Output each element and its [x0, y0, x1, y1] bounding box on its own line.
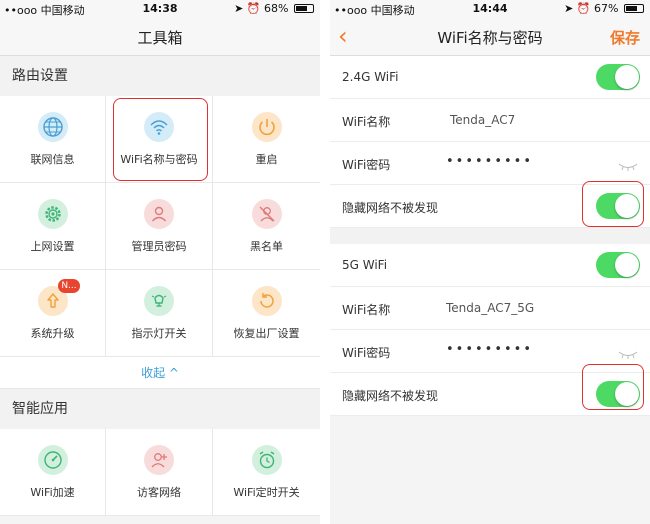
app-wifi-schedule[interactable]: WiFi定时开关 [213, 429, 320, 516]
location-icon: ➤ [234, 2, 244, 15]
tool-label: 恢复出厂设置 [233, 327, 300, 340]
tool-label: 联网信息 [30, 153, 75, 166]
ssid-24g-row[interactable]: WiFi名称 Tenda_AC7 [330, 99, 650, 142]
status-bar: ••ooo 中国移动 14:44 ➤ ⏰ 67% [330, 0, 650, 18]
band-24g-toggle[interactable] [596, 64, 640, 90]
toolbox-screen: ••ooo 中国移动 14:38 ➤ ⏰ 68% 工具箱 路由设置 联网信息 W… [0, 0, 320, 524]
app-guest-network[interactable]: 访客网络 [106, 429, 213, 516]
battery-icon [624, 4, 644, 13]
hide-5g-row: 隐藏网络不被发现 [330, 373, 650, 416]
battery-icon [294, 4, 314, 13]
field-label: 隐藏网络不被发现 [342, 201, 439, 215]
tool-label: 指示灯开关 [131, 327, 187, 340]
tool-reboot[interactable]: 重启 [213, 96, 320, 183]
app-label: WiFi加速 [30, 486, 75, 499]
battery-percent: 68% [264, 2, 289, 15]
ssid-5g-value[interactable]: Tenda_AC7_5G [446, 301, 534, 315]
section-gap [330, 228, 650, 244]
new-badge: N... [58, 279, 80, 293]
wifi-icon [144, 112, 174, 142]
status-bar: ••ooo 中国移动 14:38 ➤ ⏰ 68% [0, 0, 320, 18]
nav-bar: ‹ WiFi名称与密码 保存 [330, 18, 650, 56]
hide-24g-toggle[interactable] [596, 193, 640, 219]
band-label: 5G WiFi [342, 258, 388, 272]
field-label: WiFi密码 [342, 158, 391, 172]
tool-label: 上网设置 [30, 240, 75, 253]
tool-wifi-name-password[interactable]: WiFi名称与密码 [106, 96, 213, 183]
field-label: WiFi名称 [342, 115, 391, 129]
wifi-settings-screen: ••ooo 中国移动 14:44 ➤ ⏰ 67% ‹ WiFi名称与密码 保存 … [330, 0, 650, 524]
section-smart-apps: 智能应用 [0, 389, 320, 429]
ssid-5g-row[interactable]: WiFi名称 Tenda_AC7_5G [330, 287, 650, 330]
nav-bar: 工具箱 [0, 18, 320, 56]
field-label: WiFi名称 [342, 303, 391, 317]
smart-apps-grid: WiFi加速 访客网络 WiFi定时开关 [0, 429, 320, 516]
password-5g-value[interactable]: ••••••••• [446, 342, 533, 357]
page-title: WiFi名称与密码 [437, 29, 543, 47]
hide-24g-row: 隐藏网络不被发现 [330, 185, 650, 228]
field-label: 隐藏网络不被发现 [342, 389, 439, 403]
tool-label: 黑名单 [250, 240, 283, 253]
app-label: WiFi定时开关 [233, 486, 300, 499]
tool-label: 系统升级 [30, 327, 75, 340]
tool-label: 管理员密码 [131, 240, 187, 253]
tool-blacklist[interactable]: 黑名单 [213, 183, 320, 270]
screenshot-pair: ••ooo 中国移动 14:38 ➤ ⏰ 68% 工具箱 路由设置 联网信息 W… [0, 0, 650, 524]
alarm-icon: ⏰ [246, 2, 261, 15]
hide-5g-toggle[interactable] [596, 381, 640, 407]
location-icon: ➤ [564, 2, 574, 15]
password-24g-value[interactable]: ••••••••• [446, 154, 533, 169]
band-label: 2.4G WiFi [342, 70, 399, 84]
alarm-clock-icon [251, 445, 282, 475]
tool-system-upgrade[interactable]: N... 系统升级 [0, 270, 106, 357]
app-label: 访客网络 [137, 486, 181, 499]
field-label: WiFi密码 [342, 346, 391, 360]
router-tools-grid: 联网信息 WiFi名称与密码 重启 上网设置 管理员密码 黑名单 N... 系统… [0, 96, 320, 357]
gear-icon [37, 199, 68, 229]
collapse-link[interactable]: 收起 ^ [0, 357, 320, 389]
section-router-settings: 路由设置 [0, 56, 320, 96]
band-24g-row: 2.4G WiFi [330, 56, 650, 99]
guest-icon [144, 445, 174, 475]
blocked-user-icon [251, 199, 282, 229]
tool-admin-password[interactable]: 管理员密码 [106, 183, 213, 270]
status-right: ➤ ⏰ 67% [564, 2, 644, 15]
eye-closed-icon[interactable] [618, 348, 638, 362]
tool-label: 重启 [255, 153, 278, 166]
power-icon [251, 112, 282, 142]
reset-icon [251, 286, 282, 316]
globe-icon [37, 112, 68, 142]
page-title: 工具箱 [137, 29, 183, 47]
band-5g-toggle[interactable] [596, 252, 640, 278]
alarm-icon: ⏰ [576, 2, 591, 15]
save-button[interactable]: 保存 [610, 27, 640, 48]
status-right: ➤ ⏰ 68% [234, 2, 314, 15]
tool-internet-settings[interactable]: 上网设置 [0, 183, 106, 270]
tool-network-info[interactable]: 联网信息 [0, 96, 106, 183]
password-24g-row[interactable]: WiFi密码 ••••••••• [330, 142, 650, 185]
user-icon [144, 199, 174, 229]
tool-label: WiFi名称与密码 [120, 153, 198, 166]
eye-closed-icon[interactable] [618, 160, 638, 174]
ssid-24g-value[interactable]: Tenda_AC7 [450, 113, 515, 127]
lamp-icon [144, 286, 174, 316]
battery-percent: 67% [594, 2, 619, 15]
band-5g-row: 5G WiFi [330, 244, 650, 287]
tool-factory-reset[interactable]: 恢复出厂设置 [213, 270, 320, 357]
app-wifi-boost[interactable]: WiFi加速 [0, 429, 106, 516]
speedometer-icon [37, 445, 68, 475]
password-5g-row[interactable]: WiFi密码 ••••••••• [330, 330, 650, 373]
tool-indicator-light[interactable]: 指示灯开关 [106, 270, 213, 357]
